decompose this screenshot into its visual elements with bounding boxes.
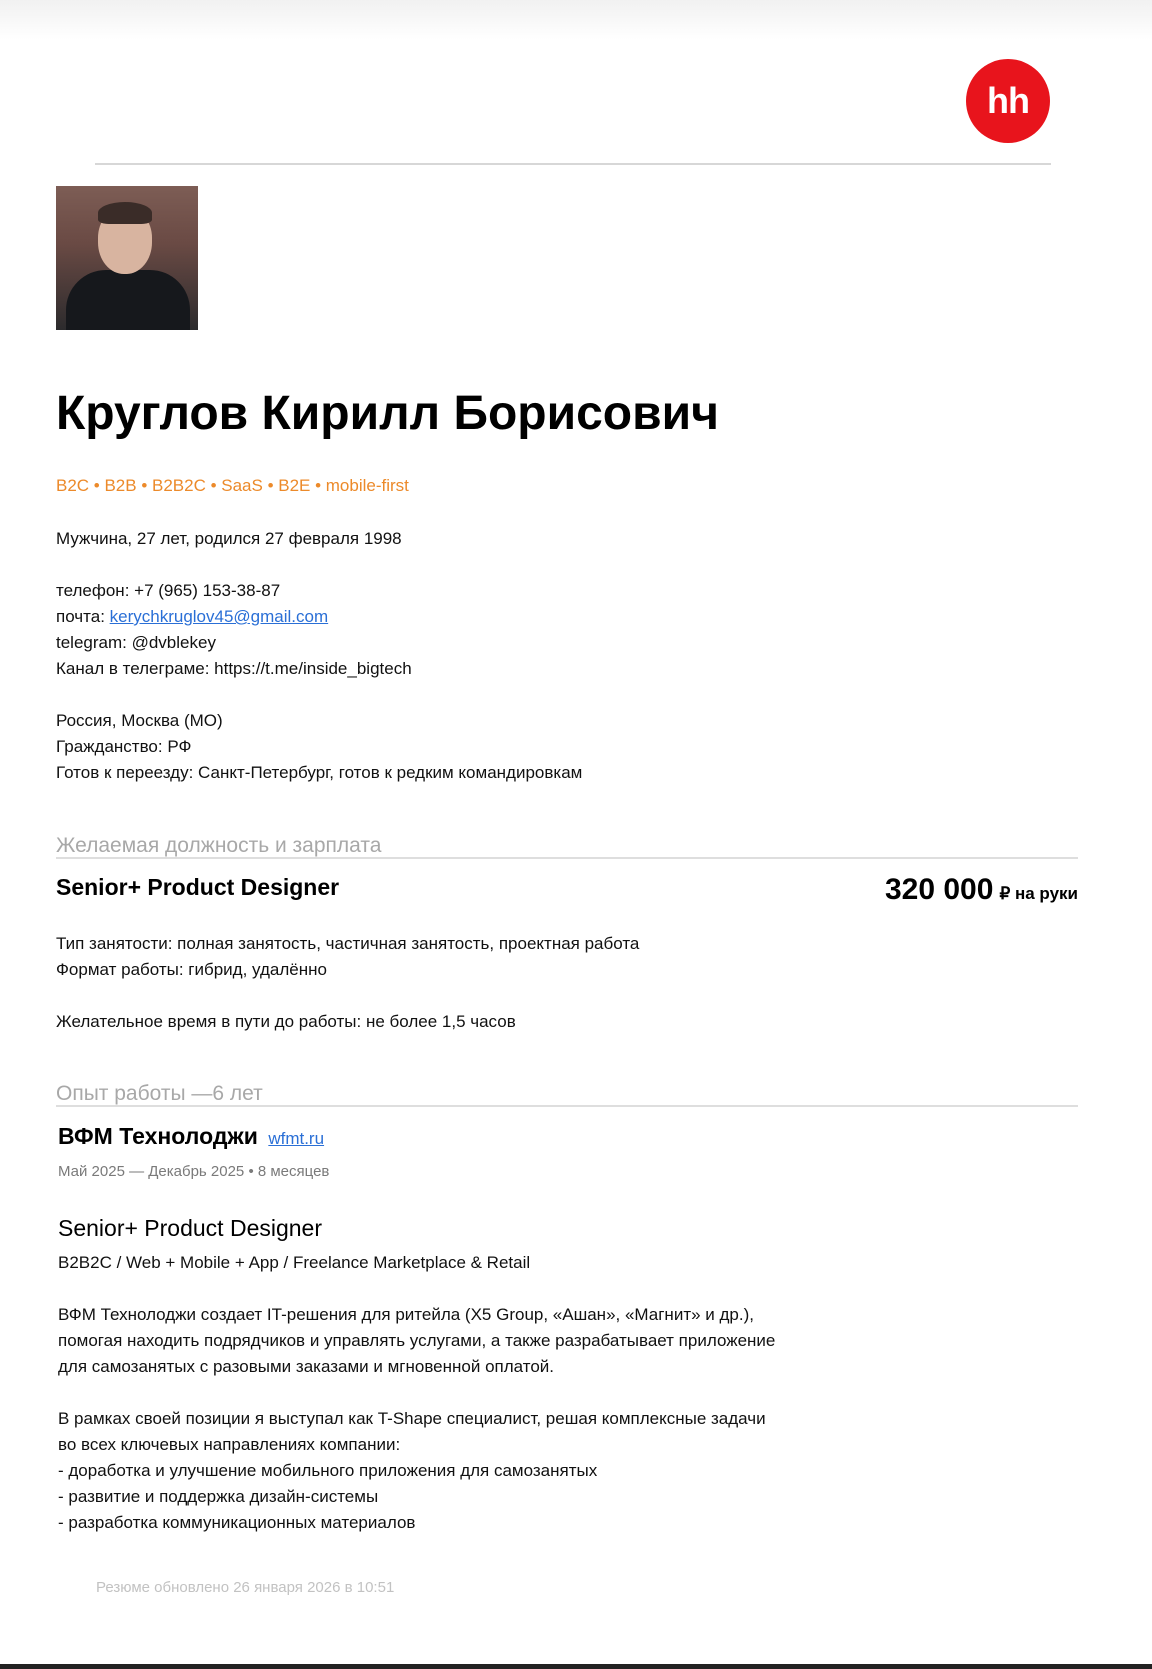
profile-photo bbox=[56, 186, 198, 330]
company-name: ВФМ Технолоджи bbox=[58, 1123, 258, 1149]
company-description: ВФМ Технолоджи создает IT-решения для ри… bbox=[58, 1302, 775, 1380]
resume-updated-note: Резюме обновлено 26 января 2026 в 10:51 bbox=[96, 1579, 395, 1596]
header-divider bbox=[95, 163, 1051, 165]
top-fade bbox=[0, 0, 1152, 40]
description-line: для самозанятых с разовыми заказами и мг… bbox=[58, 1357, 555, 1376]
responsibility-line: во всех ключевых направлениях компании: bbox=[58, 1435, 401, 1454]
bottom-bar bbox=[0, 1664, 1152, 1669]
responsibility-line: - развитие и поддержка дизайн-системы bbox=[58, 1487, 379, 1506]
responsibility-line: В рамках своей позиции я выступал как T-… bbox=[58, 1409, 766, 1428]
job-period: Май 2025 — Декабрь 2025 • 8 месяцев bbox=[58, 1163, 330, 1180]
work-format: Формат работы: гибрид, удалённо bbox=[56, 960, 327, 979]
email-label: почта: bbox=[56, 607, 110, 626]
responsibility-line: - доработка и улучшение мобильного прило… bbox=[58, 1461, 598, 1480]
description-line: помогая находить подрядчиков и управлять… bbox=[58, 1331, 776, 1350]
email-link[interactable]: kerychkruglov45@gmail.com bbox=[110, 607, 329, 626]
hh-logo[interactable]: hh bbox=[966, 59, 1050, 143]
resume-page: hh Круглов Кирилл Борисович B2C • B2B • … bbox=[0, 0, 1152, 1669]
desired-section-title: Желаемая должность и зарплата bbox=[56, 834, 382, 857]
citizenship-line: Гражданство: РФ bbox=[56, 737, 192, 756]
salary-unit: ₽ на руки bbox=[999, 884, 1078, 903]
candidate-name: Круглов Кирилл Борисович bbox=[56, 387, 719, 440]
desired-position: Senior+ Product Designer bbox=[56, 874, 340, 900]
telegram-line: telegram: @dvblekey bbox=[56, 633, 216, 652]
description-line: ВФМ Технолоджи создает IT-решения для ри… bbox=[58, 1305, 754, 1324]
experience-section-divider bbox=[56, 1105, 1078, 1107]
phone-line: телефон: +7 (965) 153-38-87 bbox=[56, 581, 281, 600]
job-scope: B2B2C / Web + Mobile + App / Freelance M… bbox=[58, 1253, 531, 1272]
responsibility-line: - разработка коммуникационных материалов bbox=[58, 1513, 416, 1532]
job-role: Senior+ Product Designer bbox=[58, 1215, 323, 1241]
personal-info: Мужчина, 27 лет, родился 27 февраля 1998 bbox=[56, 529, 402, 548]
channel-line: Канал в телеграме: https://t.me/inside_b… bbox=[56, 659, 412, 678]
domain-tags: B2C • B2B • B2B2C • SaaS • B2E • mobile-… bbox=[56, 476, 409, 495]
location-line: Россия, Москва (МО) bbox=[56, 711, 223, 730]
desired-section-divider bbox=[56, 857, 1078, 859]
commute-time: Желательное время в пути до работы: не б… bbox=[56, 1012, 516, 1031]
experience-section-title: Опыт работы —6 лет bbox=[56, 1082, 263, 1105]
email-line: почта: kerychkruglov45@gmail.com bbox=[56, 607, 328, 627]
employment-type: Тип занятости: полная занятость, частичн… bbox=[56, 934, 640, 953]
salary-amount: 320 000 bbox=[884, 873, 994, 906]
company-site-link[interactable]: wfmt.ru bbox=[268, 1129, 324, 1148]
responsibilities: В рамках своей позиции я выступал как T-… bbox=[58, 1406, 766, 1536]
photo-hair bbox=[98, 202, 152, 224]
salary: 320 000 ₽ на руки bbox=[885, 873, 1078, 907]
company-header: ВФМ Технолоджи wfmt.ru bbox=[58, 1123, 324, 1150]
relocation-line: Готов к переезду: Санкт-Петербург, готов… bbox=[56, 763, 583, 782]
photo-jacket bbox=[66, 270, 190, 330]
